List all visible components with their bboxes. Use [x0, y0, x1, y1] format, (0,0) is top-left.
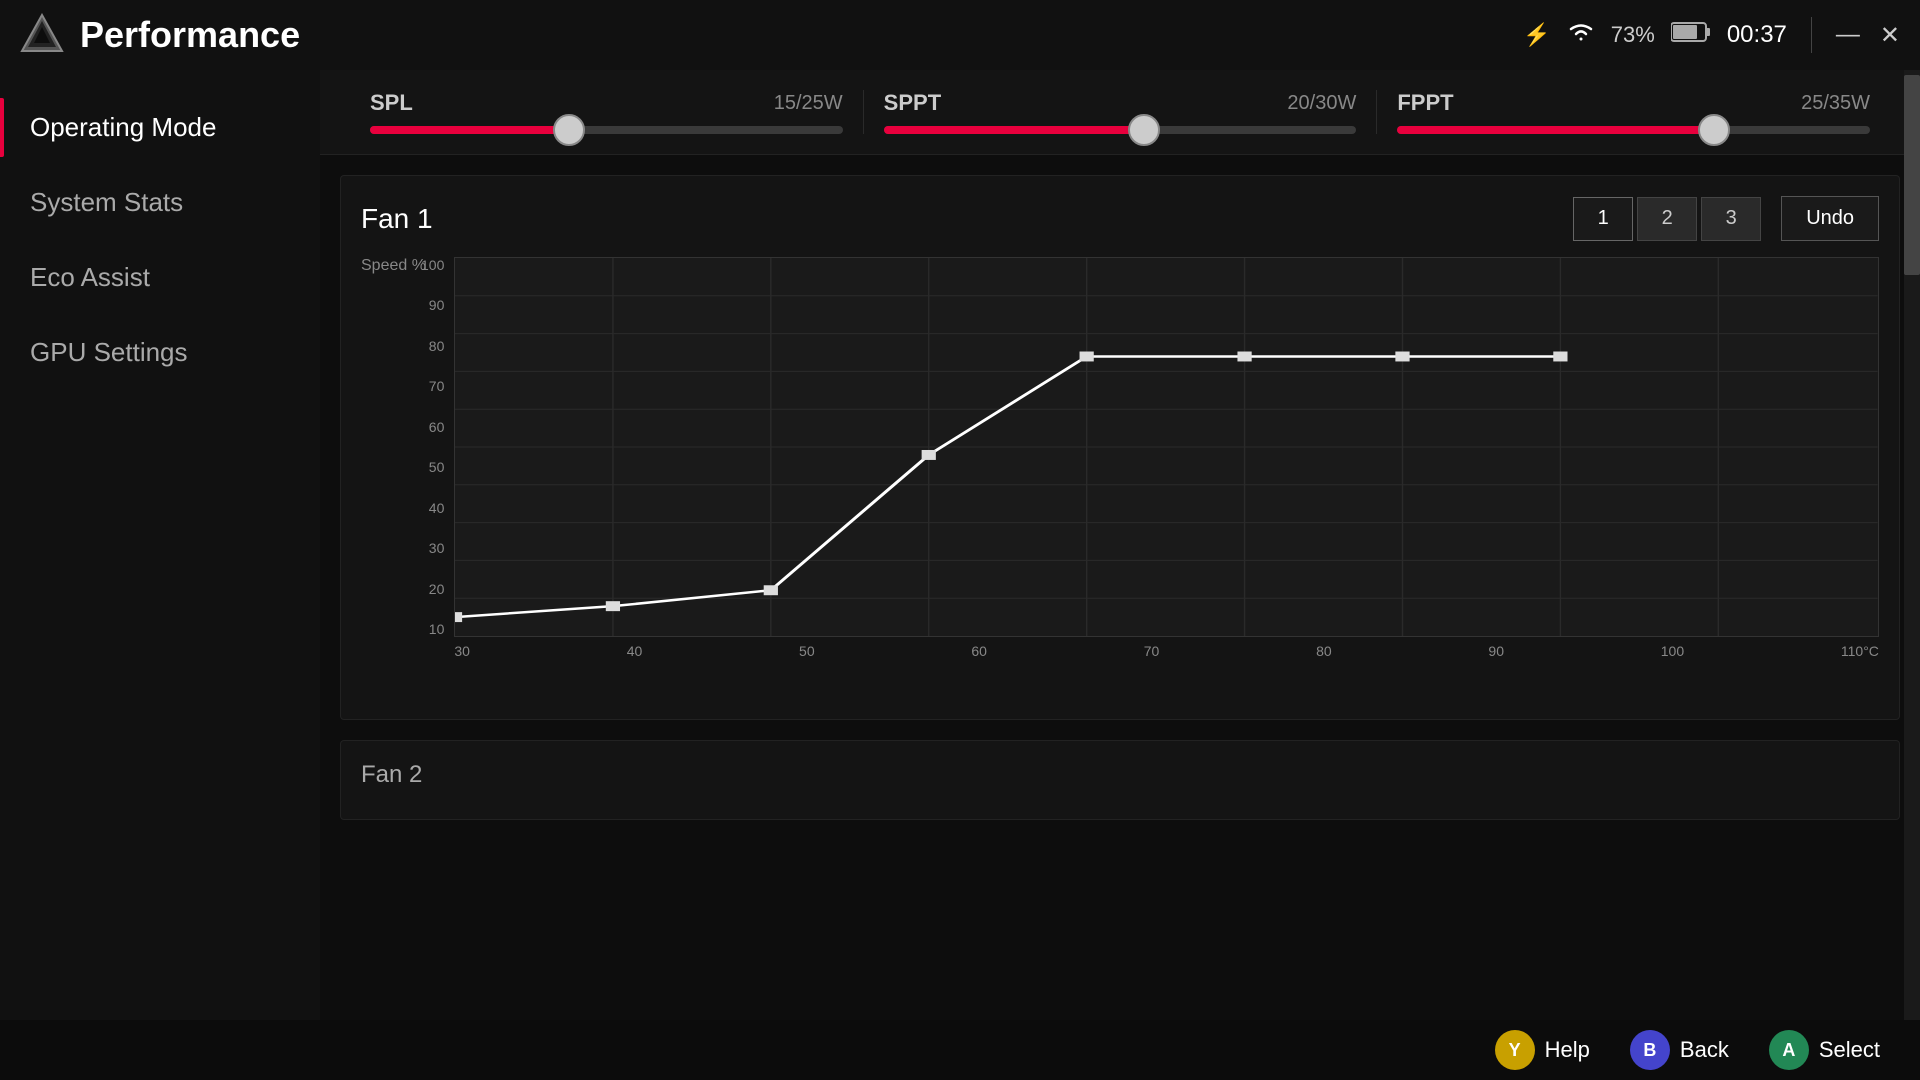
title-bar: Performance ⚡ 73% 00:37 — ✕ — [0, 0, 1920, 70]
y-label-90: 90 — [421, 297, 444, 313]
y-label-100: 100 — [421, 257, 444, 273]
select-label: Select — [1819, 1037, 1880, 1063]
title-divider — [1811, 17, 1812, 53]
fan1-title: Fan 1 — [361, 203, 1573, 235]
point-50[interactable] — [764, 585, 778, 595]
help-label: Help — [1545, 1037, 1590, 1063]
chart-wrapper: 10 20 30 40 50 60 70 80 90 100 — [421, 257, 1879, 659]
fppt-slider-thumb[interactable] — [1698, 114, 1730, 146]
fan1-header: Fan 1 1 2 3 Undo — [361, 196, 1879, 241]
point-90[interactable] — [1396, 352, 1410, 362]
y-label-40: 40 — [421, 500, 444, 516]
y-label-30: 30 — [421, 540, 444, 556]
spl-label: SPL — [370, 90, 413, 116]
battery-percent: 73% — [1611, 22, 1655, 48]
point-80[interactable] — [1238, 352, 1252, 362]
fan1-tab-2[interactable]: 2 — [1637, 197, 1697, 241]
spl-slider-track[interactable] — [370, 126, 843, 134]
action-bar: Y Help B Back A Select — [0, 1020, 1920, 1080]
fan1-tab-1[interactable]: 1 — [1573, 197, 1633, 241]
close-button[interactable]: ✕ — [1880, 21, 1900, 50]
point-40[interactable] — [606, 601, 620, 611]
point-30[interactable] — [454, 612, 462, 622]
content-area: SPL 15/25W SPPT 20/30W — [320, 70, 1920, 1080]
fan1-chart-container: Speed % 10 20 30 40 50 60 70 80 90 100 — [361, 257, 1879, 709]
fppt-value: 25/35W — [1801, 92, 1870, 115]
sppt-label: SPPT — [884, 90, 941, 116]
battery-icon — [1671, 21, 1711, 49]
window-controls[interactable]: — ✕ — [1836, 21, 1900, 50]
sppt-value: 20/30W — [1287, 92, 1356, 115]
spl-slider-thumb[interactable] — [553, 114, 585, 146]
y-label-20: 20 — [421, 581, 444, 597]
y-label-50: 50 — [421, 459, 444, 475]
spl-slider-fill — [370, 126, 569, 134]
title-bar-left: Performance — [20, 13, 300, 57]
sppt-slider-fill — [884, 126, 1144, 134]
y-label-70: 70 — [421, 378, 444, 394]
x-label-100: 100 — [1661, 643, 1684, 659]
point-100[interactable] — [1554, 352, 1568, 362]
fppt-slider-track[interactable] — [1397, 126, 1870, 134]
point-60[interactable] — [922, 450, 936, 460]
scrollbar-thumb[interactable] — [1904, 75, 1920, 275]
x-label-50: 50 — [799, 643, 815, 659]
clock: 00:37 — [1727, 21, 1787, 49]
help-action[interactable]: Y Help — [1495, 1030, 1590, 1070]
app-logo — [20, 13, 64, 57]
sliders-section: SPL 15/25W SPPT 20/30W — [320, 70, 1920, 155]
fan1-tab-3[interactable]: 3 — [1701, 197, 1761, 241]
help-key-circle: Y — [1495, 1030, 1535, 1070]
select-key-circle: A — [1769, 1030, 1809, 1070]
main-layout: Operating Mode System Stats Eco Assist G… — [0, 70, 1920, 1080]
y-label-10: 10 — [421, 621, 444, 637]
back-label: Back — [1680, 1037, 1729, 1063]
wifi-icon — [1567, 21, 1595, 49]
back-key-circle: B — [1630, 1030, 1670, 1070]
fppt-slider-fill — [1397, 126, 1714, 134]
sidebar: Operating Mode System Stats Eco Assist G… — [0, 70, 320, 1080]
x-label-80: 80 — [1316, 643, 1332, 659]
fppt-label-row: FPPT 25/35W — [1397, 90, 1870, 116]
x-label-110: 110°C — [1841, 643, 1879, 659]
sppt-slider-group: SPPT 20/30W — [864, 90, 1378, 134]
fan1-chart-svg[interactable] — [454, 257, 1879, 637]
select-action[interactable]: A Select — [1769, 1030, 1880, 1070]
sppt-slider-thumb[interactable] — [1128, 114, 1160, 146]
fan2-title: Fan 2 — [361, 761, 422, 788]
sidebar-item-eco-assist[interactable]: Eco Assist — [0, 240, 320, 315]
fan1-tabs[interactable]: 1 2 3 — [1573, 197, 1761, 241]
fppt-label: FPPT — [1397, 90, 1453, 116]
fppt-slider-group: FPPT 25/35W — [1377, 90, 1890, 134]
sppt-label-row: SPPT 20/30W — [884, 90, 1357, 116]
sidebar-item-gpu-settings[interactable]: GPU Settings — [0, 315, 320, 390]
y-label-80: 80 — [421, 338, 444, 354]
spl-slider-group: SPL 15/25W — [350, 90, 864, 134]
sidebar-item-system-stats[interactable]: System Stats — [0, 165, 320, 240]
spl-value: 15/25W — [774, 92, 843, 115]
minimize-button[interactable]: — — [1836, 21, 1860, 50]
y-axis-labels: 10 20 30 40 50 60 70 80 90 100 — [421, 257, 454, 637]
point-70[interactable] — [1080, 352, 1094, 362]
sidebar-item-operating-mode[interactable]: Operating Mode — [0, 90, 320, 165]
x-label-60: 60 — [971, 643, 987, 659]
fan1-section: Fan 1 1 2 3 Undo Speed % — [340, 175, 1900, 720]
chart-svg-wrapper: 30 40 50 60 70 80 90 100 110°C — [454, 257, 1879, 659]
back-action[interactable]: B Back — [1630, 1030, 1729, 1070]
x-label-90: 90 — [1488, 643, 1504, 659]
x-label-70: 70 — [1144, 643, 1160, 659]
app-title: Performance — [80, 14, 300, 56]
scrollbar[interactable] — [1904, 70, 1920, 1020]
fan2-section: Fan 2 — [340, 740, 1900, 820]
chart-y-axis-label: Speed % — [361, 257, 426, 275]
title-bar-right: ⚡ 73% 00:37 — ✕ — [1523, 17, 1900, 53]
x-label-40: 40 — [627, 643, 643, 659]
sppt-slider-track[interactable] — [884, 126, 1357, 134]
bluetooth-icon: ⚡ — [1523, 22, 1550, 48]
y-label-60: 60 — [421, 419, 444, 435]
x-axis-labels: 30 40 50 60 70 80 90 100 110°C — [454, 637, 1879, 659]
x-label-30: 30 — [454, 643, 470, 659]
spl-label-row: SPL 15/25W — [370, 90, 843, 116]
undo-button[interactable]: Undo — [1781, 196, 1879, 241]
